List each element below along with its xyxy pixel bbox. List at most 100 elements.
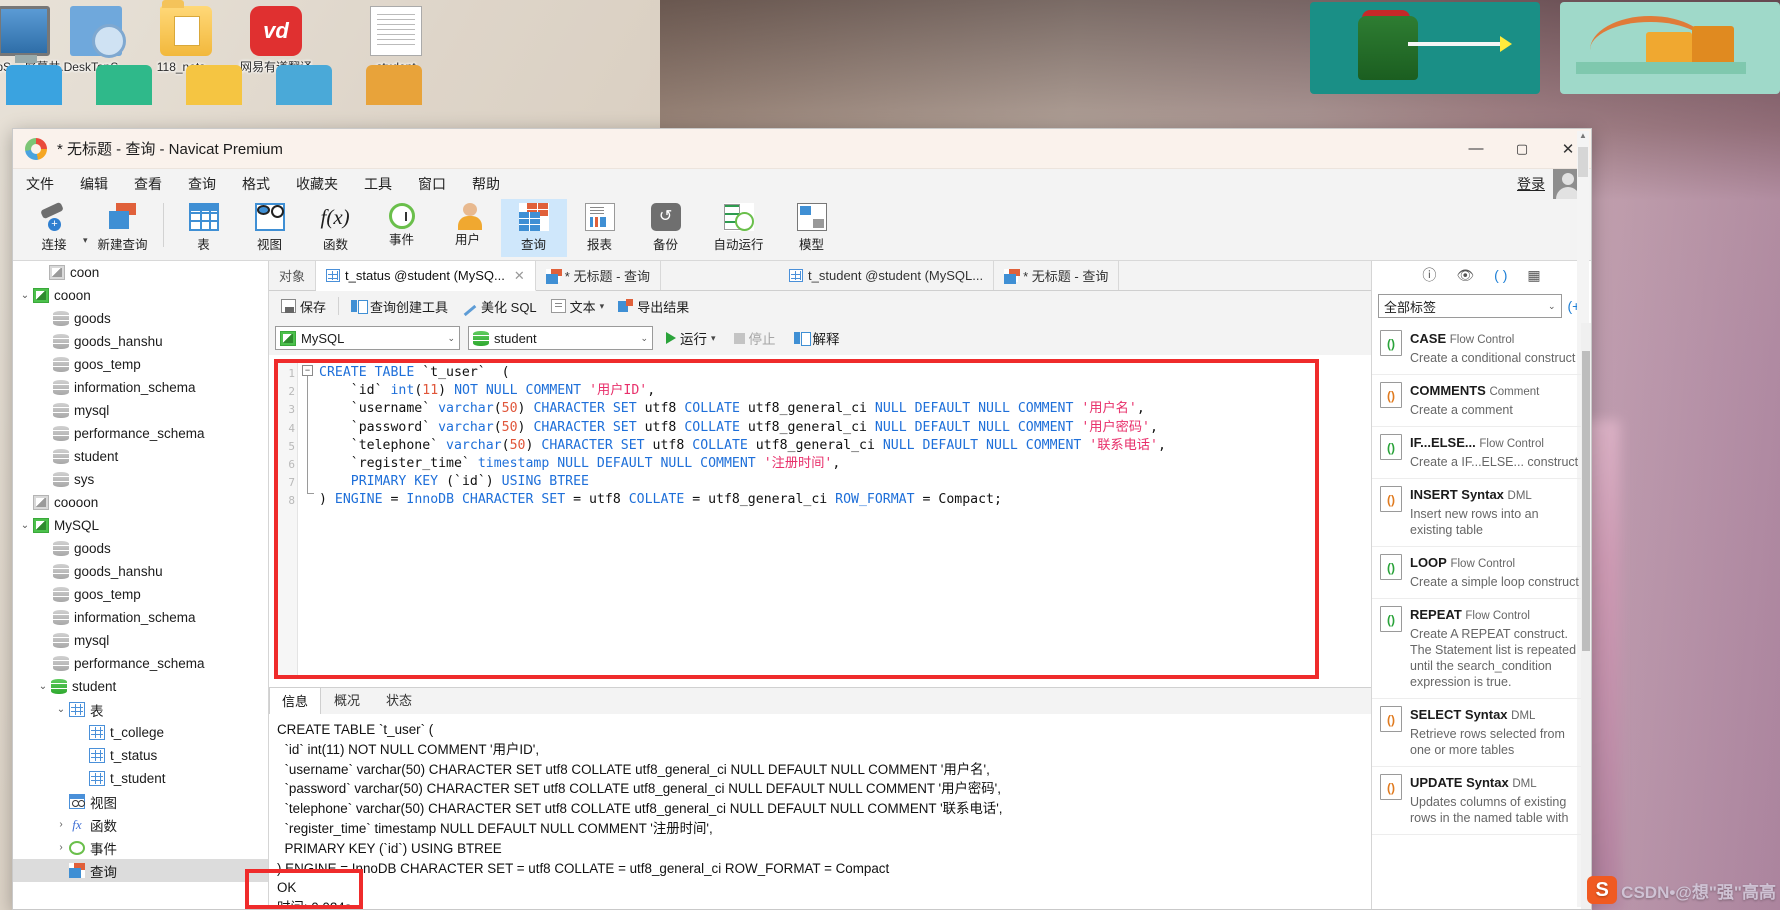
- toolbar-button-view[interactable]: 视图: [237, 199, 303, 257]
- toolbar-button-new-query[interactable]: 新建查询: [90, 199, 156, 257]
- snippet-item-update[interactable]: UPDATE Syntax DML Updates columns of exi…: [1372, 767, 1591, 835]
- tree-item-goods-2[interactable]: goods: [13, 537, 268, 560]
- menu-item-help[interactable]: 帮助: [459, 170, 513, 198]
- beautify-sql-button[interactable]: 美化 SQL: [456, 295, 543, 318]
- toolbar-button-report[interactable]: 报表: [567, 199, 633, 257]
- result-message-text[interactable]: CREATE TABLE `t_user` ( `id` int(11) NOT…: [269, 714, 1371, 909]
- tab-untitled-query-2[interactable]: * 无标题 - 查询: [994, 261, 1120, 290]
- tree-item-sys[interactable]: sys: [13, 468, 268, 491]
- info-icon[interactable]: ⓘ: [1422, 265, 1436, 285]
- snippet-tag-select[interactable]: 全部标签 ⌄: [1378, 294, 1562, 318]
- taskbar-icon-browser[interactable]: [6, 65, 62, 105]
- connection-tree[interactable]: coon ⌄ cooon goods goods_hanshu goos_tem…: [13, 261, 269, 909]
- tree-item-mysql[interactable]: mysql: [13, 399, 268, 422]
- menu-item-tools[interactable]: 工具: [351, 170, 405, 198]
- toolbar-button-automation[interactable]: 自动运行: [699, 199, 779, 257]
- eye-icon[interactable]: 👁: [1456, 267, 1474, 284]
- tree-item-functions[interactable]: › fx 函数: [13, 813, 268, 836]
- scrollbar-thumb[interactable]: [1578, 147, 1588, 177]
- tree-item-performance-schema[interactable]: performance_schema: [13, 422, 268, 445]
- collapse-caret-icon[interactable]: ⌄: [17, 520, 33, 531]
- snippet-item-loop[interactable]: LOOP Flow Control Create a simple loop c…: [1372, 547, 1591, 599]
- desktop-icon-1[interactable]: DeskTopS...: [48, 6, 144, 74]
- expand-caret-icon[interactable]: ›: [53, 842, 69, 853]
- menu-item-format[interactable]: 格式: [229, 170, 283, 198]
- tree-item-views[interactable]: 视图: [13, 790, 268, 813]
- toolbar-button-user[interactable]: 用户: [435, 199, 501, 257]
- connection-dropdown-caret-icon[interactable]: ▾: [83, 235, 88, 246]
- chevron-down-icon[interactable]: ▾: [600, 301, 605, 312]
- expand-caret-icon[interactable]: ›: [53, 819, 69, 830]
- taskbar-icon-blue-app[interactable]: [276, 65, 332, 105]
- menu-item-view[interactable]: 查看: [121, 170, 175, 198]
- toolbar-button-function[interactable]: f(x) 函数: [303, 199, 369, 257]
- chevron-down-icon[interactable]: ▾: [711, 333, 716, 344]
- menu-item-favorites[interactable]: 收藏夹: [283, 170, 351, 198]
- query-builder-button[interactable]: 查询创建工具: [345, 295, 454, 318]
- snippet-list[interactable]: CASE Flow Control Create a conditional c…: [1372, 323, 1591, 909]
- tree-item-goos-temp[interactable]: goos_temp: [13, 353, 268, 376]
- snippet-scrollbar[interactable]: [1581, 323, 1591, 909]
- tab-objects[interactable]: 对象: [269, 261, 317, 290]
- toolbar-button-table[interactable]: 表: [171, 199, 237, 257]
- login-link[interactable]: 登录: [1517, 174, 1545, 194]
- scrollbar-thumb[interactable]: [1582, 351, 1590, 651]
- minimize-button[interactable]: —: [1453, 129, 1499, 169]
- toolbar-button-query[interactable]: 查询: [500, 199, 567, 257]
- tree-item-goods[interactable]: goods: [13, 307, 268, 330]
- tree-item-student[interactable]: student: [13, 445, 268, 468]
- tree-item-goods-hanshu[interactable]: goods_hanshu: [13, 330, 268, 353]
- tree-item-cooon[interactable]: ⌄ cooon: [13, 284, 268, 307]
- tree-item-mysql-connection[interactable]: ⌄ MySQL: [13, 514, 268, 537]
- tree-item-mysql-db-2[interactable]: mysql: [13, 629, 268, 652]
- collapse-caret-icon[interactable]: ⌄: [53, 704, 69, 715]
- taskbar-icon-green-app[interactable]: [96, 65, 152, 105]
- menu-item-query[interactable]: 查询: [175, 170, 229, 198]
- tree-item-t-college[interactable]: t_college: [13, 721, 268, 744]
- toolbar-button-event[interactable]: 事件: [369, 199, 435, 257]
- database-select[interactable]: student ⌄: [468, 326, 653, 350]
- taskbar-icon-folder[interactable]: [186, 65, 242, 105]
- snippet-item-select[interactable]: SELECT Syntax DML Retrieve rows selected…: [1372, 699, 1591, 767]
- tab-untitled-query-1[interactable]: * 无标题 - 查询: [536, 261, 662, 290]
- tree-item-information-schema-2[interactable]: information_schema: [13, 606, 268, 629]
- save-button[interactable]: 保存: [275, 295, 332, 318]
- server-select[interactable]: MySQL ⌄: [275, 326, 460, 350]
- tree-item-tables-folder[interactable]: ⌄ 表: [13, 698, 268, 721]
- collapse-caret-icon[interactable]: ⌄: [17, 290, 33, 301]
- taskbar-icon-orange-app[interactable]: [366, 65, 422, 105]
- close-icon[interactable]: ✕: [514, 268, 525, 284]
- tree-item-information-schema[interactable]: information_schema: [13, 376, 268, 399]
- menu-item-edit[interactable]: 编辑: [67, 170, 121, 198]
- tab-status[interactable]: 状态: [373, 686, 425, 714]
- menu-item-window[interactable]: 窗口: [405, 170, 459, 198]
- tab-t-status[interactable]: t_status @student (MySQ... ✕: [316, 261, 536, 291]
- tab-profile[interactable]: 概况: [321, 686, 373, 714]
- scroll-up-icon[interactable]: ▲: [1577, 131, 1589, 140]
- tree-item-student-db[interactable]: ⌄ student: [13, 675, 268, 698]
- tree-item-coooon[interactable]: coooon: [13, 491, 268, 514]
- menu-item-file[interactable]: 文件: [13, 170, 67, 198]
- explain-button[interactable]: 解释: [789, 326, 845, 350]
- snippet-item-comments[interactable]: COMMENTS Comment Create a comment: [1372, 375, 1591, 427]
- sql-editor[interactable]: 1 2 3 4 5 6 7 8 − CREATE TABLE `t_user` …: [269, 355, 1371, 687]
- snippet-item-if-else[interactable]: IF...ELSE... Flow Control Create a IF...…: [1372, 427, 1591, 479]
- snippet-item-case[interactable]: CASE Flow Control Create a conditional c…: [1372, 323, 1591, 375]
- desktop-icon-3[interactable]: vd 网易有道翻译: [228, 6, 324, 74]
- collapse-caret-icon[interactable]: ⌄: [35, 681, 51, 692]
- desktop-icon-4[interactable]: student: [348, 6, 444, 74]
- tree-item-t-student[interactable]: t_student: [13, 767, 268, 790]
- code-parens-icon[interactable]: ( ): [1494, 267, 1507, 283]
- tab-info[interactable]: 信息: [269, 687, 322, 715]
- snippet-item-insert[interactable]: INSERT Syntax DML Insert new rows into a…: [1372, 479, 1591, 547]
- toolbar-button-model[interactable]: 模型: [779, 199, 845, 257]
- tree-item-t-status[interactable]: t_status: [13, 744, 268, 767]
- toolbar-button-connection[interactable]: 连接: [21, 199, 87, 257]
- tree-item-goods-hanshu-2[interactable]: goods_hanshu: [13, 560, 268, 583]
- text-button[interactable]: 文本 ▾: [545, 295, 611, 318]
- run-button[interactable]: 运行 ▾: [661, 326, 721, 350]
- maximize-button[interactable]: ▢: [1499, 129, 1545, 169]
- tree-item-events[interactable]: › 事件: [13, 836, 268, 859]
- tree-item-queries[interactable]: 查询: [13, 859, 268, 882]
- tab-t-student[interactable]: t_student @student (MySQL...: [779, 261, 995, 290]
